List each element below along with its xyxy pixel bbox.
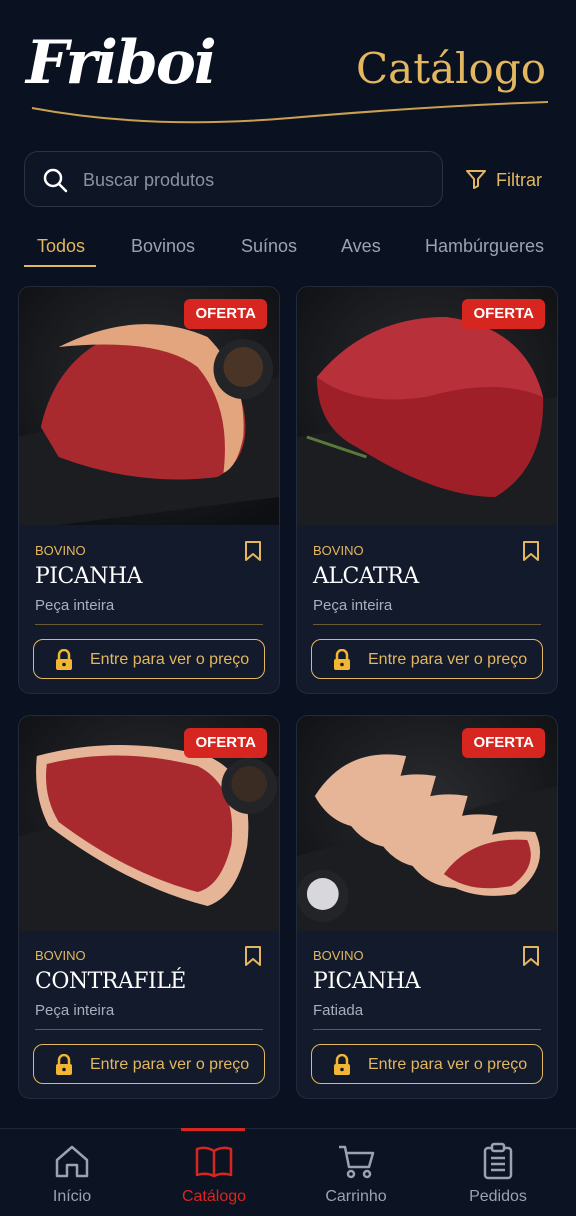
price-button-label: Entre para ver o preço [368,651,528,668]
card-divider [35,1029,263,1030]
bookmark-icon[interactable] [243,945,263,967]
lock-icon [334,649,350,670]
product-card[interactable]: OFERTA BOVINO CONTRAFILÉ Peça inteira En… [18,715,280,1099]
card-divider [35,624,263,625]
filter-label: Filtrar [496,170,542,190]
product-card[interactable]: OFERTA BOVINO PICANHA Peça inteira Entre… [18,286,280,694]
category-tabs: Todos Bovinos Suínos Aves Hambúrgueres [0,228,576,268]
product-category: BOVINO [35,948,86,963]
product-name: CONTRAFILÉ [35,969,186,994]
active-tab-underline [24,265,96,267]
offer-badge: OFERTA [184,299,267,329]
brand-logo: Friboi [26,28,217,98]
product-name: ALCATRA [313,564,419,589]
price-button-label: Entre para ver o preço [90,1056,250,1073]
page-title: Catálogo [356,44,546,93]
nav-label: Pedidos [469,1188,527,1205]
tab-todos[interactable]: Todos [37,236,85,257]
search-icon [43,168,68,193]
clipboard-icon [483,1142,513,1180]
tab-suinos[interactable]: Suínos [241,236,297,257]
login-to-see-price-button[interactable]: Entre para ver o preço [33,639,265,679]
card-divider [313,624,541,625]
price-button-label: Entre para ver o preço [368,1056,528,1073]
login-to-see-price-button[interactable]: Entre para ver o preço [33,1044,265,1084]
tab-aves[interactable]: Aves [341,236,381,257]
home-icon [55,1145,89,1178]
nav-label: Carrinho [325,1188,387,1205]
product-subtitle: Peça inteira [35,597,115,614]
card-divider [313,1029,541,1030]
filter-icon [466,170,486,189]
login-to-see-price-button[interactable]: Entre para ver o preço [311,639,543,679]
nav-item-catalogo[interactable]: Catálogo [142,1129,286,1216]
price-button-label: Entre para ver o preço [90,651,250,668]
offer-badge: OFERTA [184,728,267,758]
product-category: BOVINO [313,543,364,558]
product-subtitle: Peça inteira [35,1002,115,1019]
offer-badge: OFERTA [462,299,545,329]
product-name: PICANHA [35,564,143,589]
gold-swoosh-divider [31,101,549,124]
cart-icon [339,1145,375,1179]
nav-item-pedidos[interactable]: Pedidos [426,1129,570,1216]
bookmark-icon[interactable] [521,945,541,967]
bookmark-icon[interactable] [521,540,541,562]
tab-hamburgueres[interactable]: Hambúrgueres [425,236,544,257]
nav-label: Início [52,1188,92,1205]
product-subtitle: Fatiada [313,1002,364,1019]
product-name: PICANHA [313,969,421,994]
lock-icon [56,1054,72,1075]
tab-bovinos[interactable]: Bovinos [131,236,195,257]
offer-badge: OFERTA [462,728,545,758]
product-category: BOVINO [35,543,86,558]
nav-label: Catálogo [181,1188,247,1205]
login-to-see-price-button[interactable]: Entre para ver o preço [311,1044,543,1084]
product-card[interactable]: OFERTA BOVINO PICANHA Fatiada Entre para… [296,715,558,1099]
product-card[interactable]: OFERTA BOVINO ALCATRA Peça inteira Entre… [296,286,558,694]
search-placeholder: Buscar produtos [83,170,215,190]
book-icon [195,1146,233,1178]
bottom-navigation: Início Catálogo Carrinho Pedidos [0,1128,576,1216]
lock-icon [334,1054,350,1075]
app-header: Friboi Catálogo [0,0,576,140]
bookmark-icon[interactable] [243,540,263,562]
nav-item-carrinho[interactable]: Carrinho [284,1129,428,1216]
lock-icon [56,649,72,670]
product-subtitle: Peça inteira [313,597,393,614]
product-category: BOVINO [313,948,364,963]
nav-item-inicio[interactable]: Início [0,1129,144,1216]
search-input[interactable]: Buscar produtos [24,151,443,207]
